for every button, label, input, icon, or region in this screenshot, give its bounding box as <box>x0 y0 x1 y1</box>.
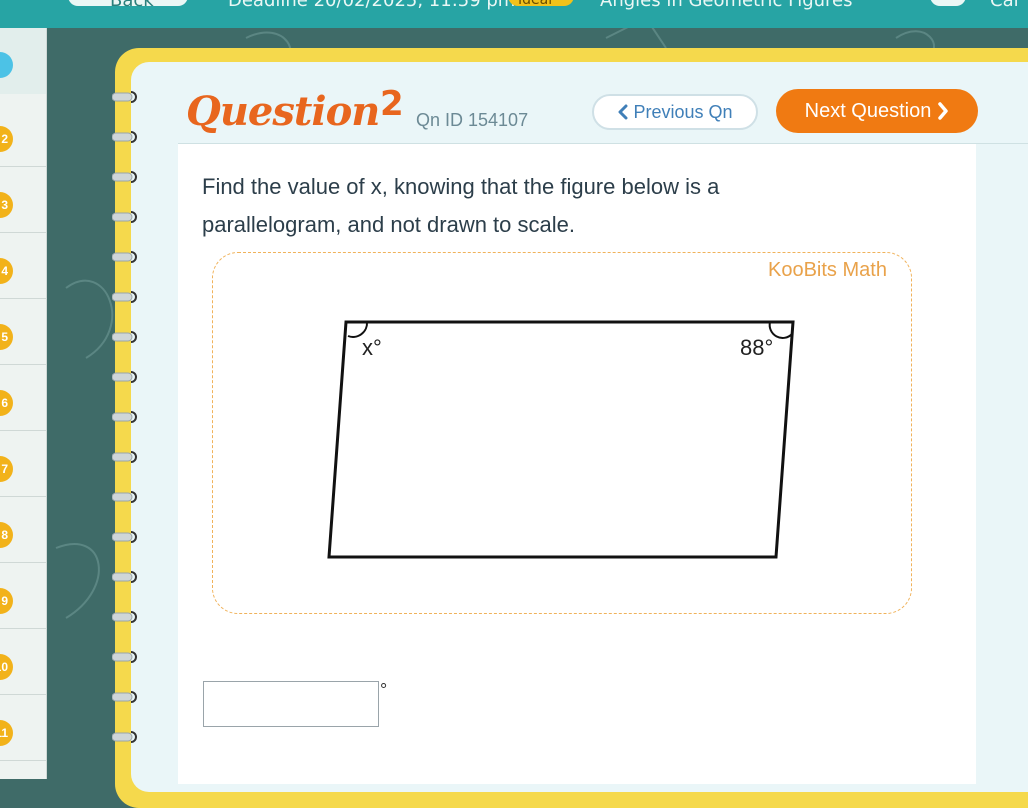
parallelogram-shape <box>327 320 795 559</box>
answer-input[interactable] <box>203 681 379 727</box>
parallelogram-figure <box>327 320 795 559</box>
degree-unit: ° <box>380 680 388 700</box>
angle-label-x: x° <box>362 335 382 360</box>
angle-label-88: 88° <box>740 335 774 360</box>
